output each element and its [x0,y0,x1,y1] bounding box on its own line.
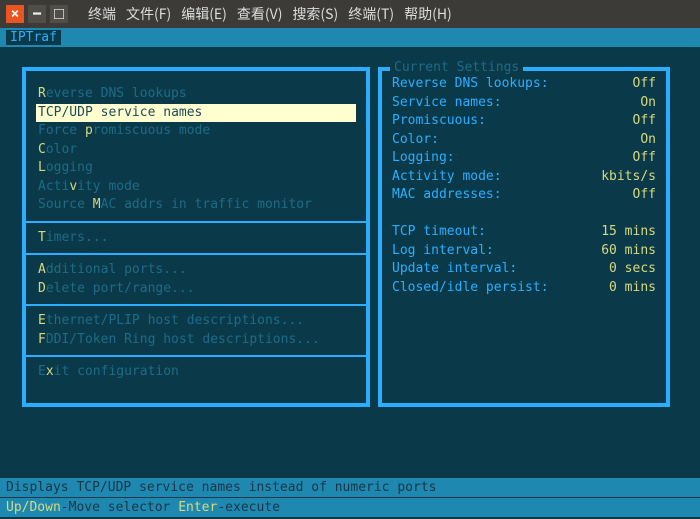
menu-item[interactable]: Additional ports... [36,261,356,280]
setting-label: Logging: [392,149,455,168]
window-titlebar: × ━ 终端 文件(F) 编辑(E) 查看(V) 搜索(S) 终端(T) 帮助(… [0,0,700,28]
hotkey-char: A [38,262,46,277]
menu-item[interactable]: Activity mode [36,178,356,197]
hotkey-char: L [38,160,46,175]
setting-value: Off [633,186,656,205]
setting-value: Off [633,149,656,168]
hotkey-char: p [85,123,93,138]
menu-item[interactable]: Timers... [36,229,356,248]
setting-value: 0 mins [609,279,656,298]
menu-edit[interactable]: 编辑(E) [177,4,231,24]
app-title: IPTraf [6,30,61,45]
hotkey-char: F [38,332,46,347]
minimize-icon[interactable]: ━ [28,5,46,23]
content-wrap: Reverse DNS lookupsTCP/UDP service names… [0,47,700,407]
settings-title: Current Settings [390,60,523,75]
menu-separator [26,304,366,306]
hotkey-char: M [93,197,101,212]
menu-view[interactable]: 查看(V) [233,4,287,24]
setting-label: Activity mode: [392,168,502,187]
setting-row: Logging: Off [392,149,656,168]
setting-label: Color: [392,131,439,150]
menu-file[interactable]: 文件(F) [122,4,175,24]
hotkey-char: E [38,313,46,328]
current-settings: Current Settings Reverse DNS lookups:Off… [378,67,670,407]
menu-item[interactable]: Color [36,141,356,160]
menu-terminal2[interactable]: 终端(T) [344,4,398,24]
help-text-execute: -execute [217,500,280,515]
menu-item[interactable]: Force promiscuous mode [36,122,356,141]
setting-value: On [640,131,656,150]
setting-value: 60 mins [601,242,656,261]
setting-label: Service names: [392,94,502,113]
hotkey-char: v [69,179,77,194]
setting-row: Promiscuous: Off [392,112,656,131]
setting-label: Promiscuous: [392,112,486,131]
hotkey-char: T [38,230,46,245]
menu-item[interactable]: Reverse DNS lookups [36,85,356,104]
menu-item[interactable]: Source MAC addrs in traffic monitor [36,196,356,215]
setting-value: Off [633,112,656,131]
setting-row: Reverse DNS lookups: Off [392,75,656,94]
setting-label: Reverse DNS lookups: [392,75,549,94]
hotkey-char: R [38,86,46,101]
window-controls: × ━ [0,5,74,23]
close-icon[interactable]: × [6,5,24,23]
menu-item[interactable]: TCP/UDP service names [36,104,356,123]
help-text-move: -Move selector [61,500,178,515]
hotkey-char: D [38,281,46,296]
setting-value: 0 secs [609,260,656,279]
setting-row: Update interval: 0 secs [392,260,656,279]
app-title-bar: IPTraf [0,28,700,47]
menu-search[interactable]: 搜索(S) [288,4,342,24]
setting-label: Update interval: [392,260,517,279]
setting-row: MAC addresses: Off [392,186,656,205]
setting-label: MAC addresses: [392,186,502,205]
menu-terminal[interactable]: 终端 [84,4,120,24]
setting-row: Closed/idle persist: 0 mins [392,279,656,298]
help-line: Up/Down-Move selector Enter-execute [0,498,700,517]
setting-row: Color: On [392,131,656,150]
hotkey-char: x [46,364,54,379]
setting-label: TCP timeout: [392,223,486,242]
status-line: Displays TCP/UDP service names instead o… [0,478,700,497]
menu-separator [26,221,366,223]
setting-row: TCP timeout: 15 mins [392,223,656,242]
menu-item[interactable]: FDDI/Token Ring host descriptions... [36,331,356,350]
window-menubar: 终端 文件(F) 编辑(E) 查看(V) 搜索(S) 终端(T) 帮助(H) [84,4,456,24]
menu-help[interactable]: 帮助(H) [400,4,456,24]
maximize-icon[interactable] [50,5,68,23]
setting-value: kbits/s [601,168,656,187]
menu-item[interactable]: Exit configuration [36,363,356,382]
setting-value: 15 mins [601,223,656,242]
setting-row: Log interval: 60 mins [392,242,656,261]
config-menu: Reverse DNS lookupsTCP/UDP service names… [22,67,370,407]
menu-separator [26,355,366,357]
menu-item[interactable]: Ethernet/PLIP host descriptions... [36,312,356,331]
setting-row: Activity mode: kbits/s [392,168,656,187]
menu-item[interactable]: Logging [36,159,356,178]
help-key-enter: Enter [178,500,217,515]
setting-label: Log interval: [392,242,494,261]
setting-label: Closed/idle persist: [392,279,549,298]
help-key-updown: Up/Down [6,500,61,515]
terminal-area: IPTraf Reverse DNS lookupsTCP/UDP servic… [0,28,700,519]
menu-item[interactable]: Delete port/range... [36,280,356,299]
menu-separator [26,253,366,255]
setting-value: Off [633,75,656,94]
setting-value: On [640,94,656,113]
setting-row: Service names: On [392,94,656,113]
hotkey-char: C [38,142,46,157]
